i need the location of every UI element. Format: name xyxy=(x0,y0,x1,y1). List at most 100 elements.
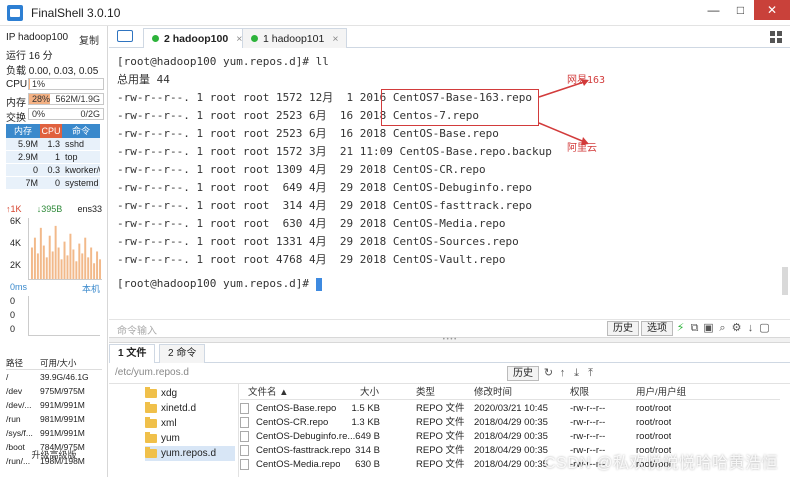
command-input[interactable]: 命令输入 xyxy=(117,322,157,337)
gear-icon[interactable]: ⚙ xyxy=(731,323,742,334)
options-button[interactable]: 选项 xyxy=(641,321,673,336)
copy-ip-button[interactable]: 复制 xyxy=(79,32,99,47)
terminal-line: -rw-r--r--. 1 root root 1331 4月 29 2018 … xyxy=(117,235,519,248)
proc-header-mem[interactable]: 内存 xyxy=(6,124,40,138)
close-tab-icon[interactable]: × xyxy=(332,33,338,45)
window-icon[interactable]: ▢ xyxy=(759,323,770,334)
swap-meter: 0% 0/2G xyxy=(28,108,104,120)
file-icon xyxy=(240,417,249,428)
file-name: CentOS-fasttrack.repo xyxy=(256,445,351,456)
terminal-line: -rw-r--r--. 1 root root 649 4月 29 2018 C… xyxy=(117,181,532,194)
uptime-label: 运行 16 分 xyxy=(6,51,53,62)
path-bar: /etc/yum.repos.d 历史 ↻ ↑ ⤓ ⤒ xyxy=(109,364,790,384)
file-perm: -rw-r--r-- xyxy=(570,403,606,414)
file-name: CentOS-Base.repo xyxy=(256,403,337,414)
col-size[interactable]: 大小 xyxy=(360,386,379,400)
file-row[interactable]: CentOS-Base.repo 1.5 KB REPO 文件 2020/03/21 … xyxy=(240,402,780,416)
disk-row[interactable]: /39.9G/46.1G xyxy=(6,370,102,384)
process-table: 内存 CPU 命令 5.9M 1.3 sshd 2.9M 1 top 0 0.3 kwork… xyxy=(6,124,100,190)
disk-row[interactable]: /run 981M/991M xyxy=(6,412,102,426)
mem-meter: 28% 562M/1.9G xyxy=(28,93,104,105)
upgrade-button[interactable]: 升级高级版 xyxy=(0,448,108,461)
annotation-163: 网易163 xyxy=(567,75,606,86)
download-icon[interactable]: ↓ xyxy=(745,323,756,334)
tree-item[interactable]: xml xyxy=(145,416,177,431)
file-perm: -rw-r--r-- xyxy=(570,417,606,428)
mem-value: 28% xyxy=(32,94,51,104)
folder-icon xyxy=(145,417,157,428)
file-owner: root/root xyxy=(636,403,672,414)
history-button[interactable]: 历史 xyxy=(607,321,639,336)
file-type: REPO 文件 xyxy=(416,403,465,414)
file-type: REPO 文件 xyxy=(416,417,465,428)
net-tick: 6K xyxy=(10,216,22,226)
maximize-button[interactable]: □ xyxy=(727,0,754,20)
file-mtime: 2018/04/29 00:35 xyxy=(474,459,548,470)
tab-hadoop101[interactable]: 1 hadoop101 × xyxy=(242,28,348,48)
tab-files[interactable]: 1 文件 xyxy=(109,344,156,363)
upload-icon[interactable]: ⤒ xyxy=(585,368,596,379)
host-label: IP hadoop100 xyxy=(6,32,69,43)
file-name: CentOS-Media.repo xyxy=(256,459,341,470)
file-list-header: 文件名 ▲ 大小 类型 修改时间 权限 用户/用户组 xyxy=(240,386,780,400)
monitor-sidebar: IP hadoop100 复制 运行 16 分 负载 0.00, 0.03, 0… xyxy=(0,26,108,477)
mem-detail: 562M/1.9G xyxy=(55,94,100,104)
annotation-arrows xyxy=(538,79,589,145)
refresh-icon[interactable]: ↻ xyxy=(543,368,554,379)
terminal-line: -rw-r--r--. 1 root root 2523 6月 16 2018 … xyxy=(117,127,499,140)
disk-header-size: 可用/大小 xyxy=(40,358,77,368)
download-icon[interactable]: ⤓ xyxy=(571,368,582,379)
terminal-scrollbar[interactable] xyxy=(782,267,788,295)
file-icon xyxy=(240,431,249,442)
folder-icon xyxy=(145,447,157,458)
col-name[interactable]: 文件名 ▲ xyxy=(248,386,289,400)
ping-panel: 0ms 本机 0 0 0 xyxy=(6,282,102,340)
disk-row[interactable]: /sys/f... 991M/991M xyxy=(6,426,102,440)
watermark: CSDN @私欢悦悦悦哈哈黄浩恒 xyxy=(543,455,778,472)
tab-hadoop100[interactable]: 2 hadoop100 × xyxy=(143,28,252,48)
paste-icon[interactable]: ▣ xyxy=(703,323,714,334)
file-icon xyxy=(240,445,249,456)
folder-icon[interactable] xyxy=(117,30,133,42)
process-row[interactable]: 7M 0 systemd xyxy=(6,177,100,190)
search-icon[interactable]: ⌕ xyxy=(717,323,728,334)
copy-icon[interactable]: ⧉ xyxy=(689,323,700,334)
net-iface-select[interactable]: ens33 xyxy=(77,204,102,214)
col-owner[interactable]: 用户/用户组 xyxy=(636,386,686,400)
col-type[interactable]: 类型 xyxy=(416,386,435,400)
title-bar: FinalShell 3.0.10 — □ ✕ xyxy=(0,0,790,26)
disk-row[interactable]: /dev/... 991M/991M xyxy=(6,398,102,412)
process-row[interactable]: 2.9M 1 top xyxy=(6,151,100,164)
file-mtime: 2018/04/29 00:35 xyxy=(474,445,548,456)
up-folder-icon[interactable]: ↑ xyxy=(557,368,568,379)
process-row[interactable]: 5.9M 1.3 sshd xyxy=(6,138,100,151)
minimize-button[interactable]: — xyxy=(700,0,727,20)
cursor xyxy=(315,277,322,291)
network-graph xyxy=(28,218,102,280)
col-mtime[interactable]: 修改时间 xyxy=(474,386,512,400)
file-icon xyxy=(240,403,249,414)
tree-item[interactable]: xdg xyxy=(145,386,177,401)
file-row[interactable]: CentOS-CR.repo 1.3 KB REPO 文件 2018/04/29 00… xyxy=(240,416,780,430)
file-name: CentOS-CR.repo xyxy=(256,417,329,428)
tree-item-selected[interactable]: yum.repos.d xyxy=(145,446,235,461)
cpu-meter: 1% xyxy=(28,78,104,90)
layout-grid-icon[interactable] xyxy=(770,31,782,43)
status-dot-icon xyxy=(152,35,159,42)
disk-row[interactable]: /dev 975M/975M xyxy=(6,384,102,398)
tree-item[interactable]: xinetd.d xyxy=(145,401,196,416)
lightning-icon[interactable]: ⚡ xyxy=(675,323,686,334)
tree-item[interactable]: yum xyxy=(145,431,180,446)
tab-commands[interactable]: 2 命令 xyxy=(159,344,206,363)
terminal[interactable]: [root@hadoop100 yum.repos.d]# ll 总用量 44 … xyxy=(109,49,790,319)
net-up: ↑1K xyxy=(6,204,22,214)
proc-header-cmd[interactable]: 命令 xyxy=(62,124,100,138)
file-row[interactable]: CentOS-Debuginfo.re... 649 B REPO 文件 2018/0… xyxy=(240,430,780,444)
col-perm[interactable]: 权限 xyxy=(570,386,589,400)
path-input[interactable]: /etc/yum.repos.d xyxy=(115,367,189,378)
proc-header-cpu[interactable]: CPU xyxy=(40,124,62,138)
command-bar: 命令输入 历史 选项 ⚡ ⧉ ▣ ⌕ ⚙ ↓ ▢ xyxy=(109,319,790,337)
close-button[interactable]: ✕ xyxy=(754,0,790,20)
path-history-button[interactable]: 历史 xyxy=(507,366,539,381)
process-row[interactable]: 00.3kworker/0 xyxy=(6,164,100,177)
